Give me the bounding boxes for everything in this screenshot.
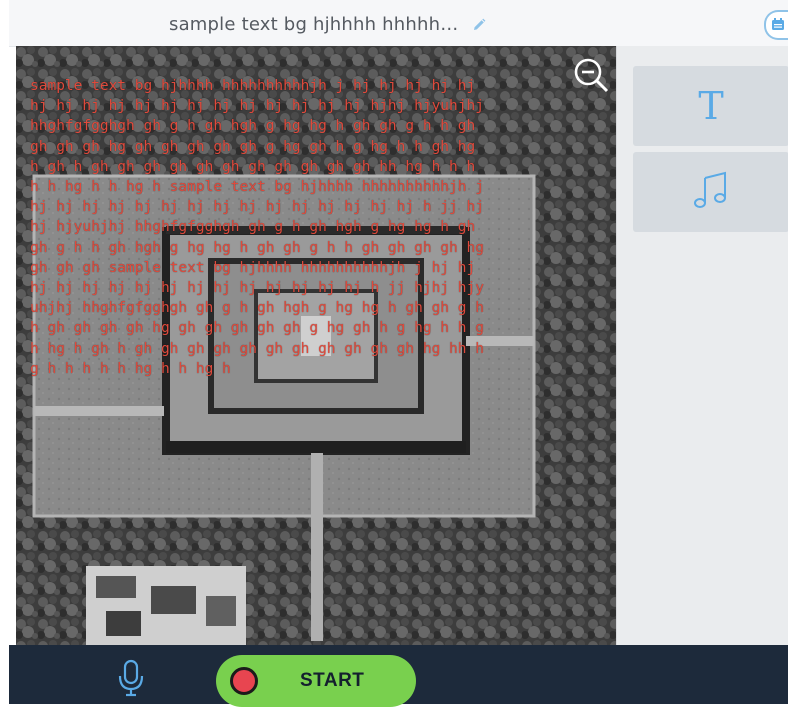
calendar-icon[interactable] — [764, 10, 788, 40]
microphone-icon[interactable] — [117, 659, 145, 697]
zoom-out-icon[interactable] — [572, 56, 610, 94]
overlay-text[interactable]: sample text bg hjhhhh hhhhhhhhhhjh j hj … — [30, 76, 490, 379]
text-icon: T — [698, 84, 724, 128]
text-tool-button[interactable]: T — [633, 66, 788, 146]
video-canvas[interactable]: sample text bg hjhhhh hhhhhhhhhhjh j hj … — [16, 46, 616, 645]
project-title[interactable]: sample text bg hjhhhh hhhhh… — [169, 14, 458, 35]
pencil-icon[interactable] — [472, 17, 486, 31]
left-gutter — [0, 0, 9, 704]
title-wrap[interactable]: sample text bg hjhhhh hhhhh… — [169, 12, 486, 36]
music-note-icon — [693, 170, 729, 214]
music-tool-button[interactable] — [633, 152, 788, 232]
header-bar: sample text bg hjhhhh hhhhh… — [9, 0, 788, 47]
start-label: START — [300, 670, 365, 691]
start-record-button[interactable]: START — [216, 655, 416, 707]
tools-panel: T — [616, 46, 788, 645]
bottom-bar: START — [9, 645, 788, 707]
record-dot-icon — [230, 667, 258, 695]
